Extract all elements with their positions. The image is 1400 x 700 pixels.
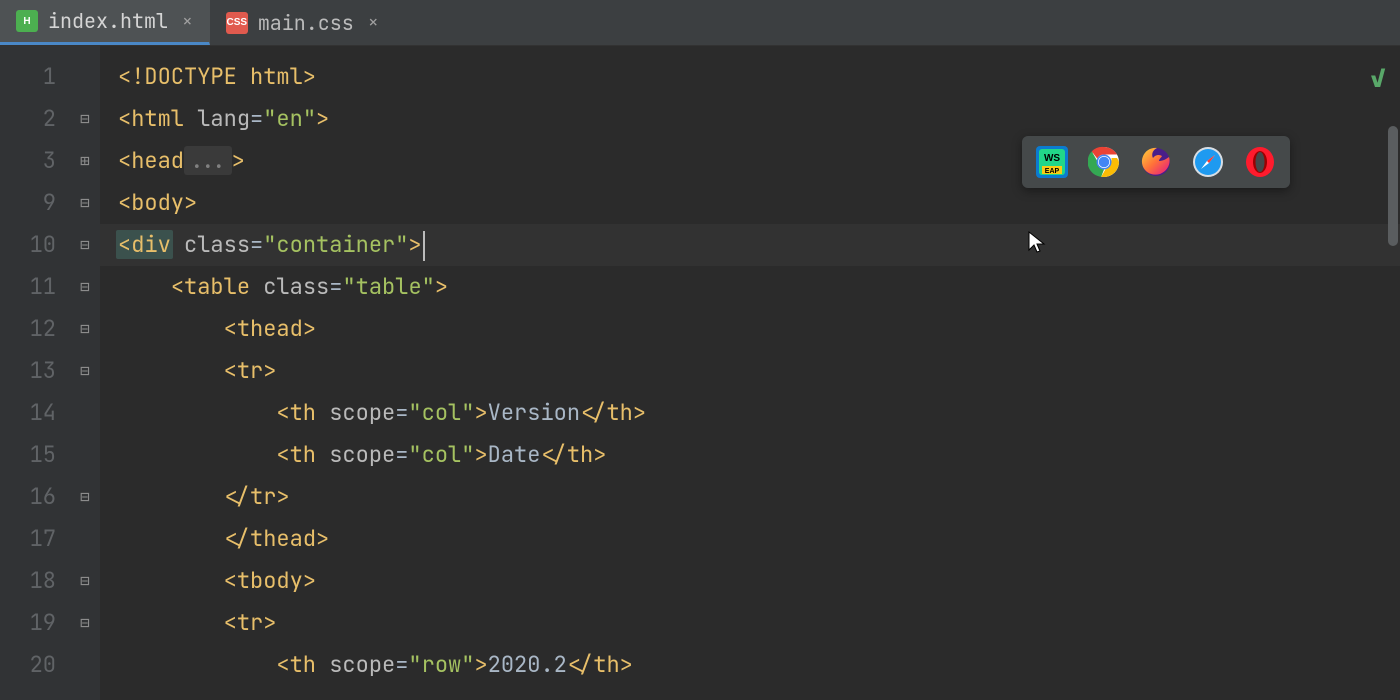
line-number[interactable]: 11 bbox=[0, 266, 70, 308]
code-line[interactable]: <th scope="col">Version</th> bbox=[100, 392, 1400, 434]
fold-marker bbox=[70, 392, 100, 434]
code-line[interactable]: <body> bbox=[100, 182, 1400, 224]
line-number[interactable]: 19 bbox=[0, 602, 70, 644]
file-type-icon: H bbox=[16, 10, 38, 32]
code-line[interactable]: <html lang="en"> bbox=[100, 98, 1400, 140]
code-line[interactable]: <th scope="col">Date</th> bbox=[100, 434, 1400, 476]
text-caret bbox=[423, 231, 425, 261]
line-number[interactable]: 17 bbox=[0, 518, 70, 560]
fold-marker[interactable] bbox=[70, 182, 100, 224]
fold-marker[interactable] bbox=[70, 308, 100, 350]
line-number[interactable]: 2 bbox=[0, 98, 70, 140]
line-number[interactable]: 1 bbox=[0, 56, 70, 98]
chrome-icon[interactable] bbox=[1088, 146, 1120, 178]
line-number[interactable]: 12 bbox=[0, 308, 70, 350]
fold-marker[interactable] bbox=[70, 224, 100, 266]
file-type-icon: CSS bbox=[226, 12, 248, 34]
editor-tab-bar: H index.html × CSS main.css × bbox=[0, 0, 1400, 46]
fold-marker[interactable] bbox=[70, 560, 100, 602]
line-number[interactable]: 18 bbox=[0, 560, 70, 602]
line-number[interactable]: 14 bbox=[0, 392, 70, 434]
fold-marker bbox=[70, 518, 100, 560]
fold-marker[interactable] bbox=[70, 602, 100, 644]
code-line[interactable]: <th scope="row">2020.2</th> bbox=[100, 644, 1400, 686]
fold-marker bbox=[70, 434, 100, 476]
code-line[interactable]: <tr> bbox=[100, 602, 1400, 644]
open-in-browser-toolbar: WS EAP bbox=[1022, 136, 1290, 188]
tab-index-html[interactable]: H index.html × bbox=[0, 0, 210, 45]
webstorm-icon[interactable]: WS EAP bbox=[1036, 146, 1068, 178]
line-number[interactable]: 16 bbox=[0, 476, 70, 518]
code-line[interactable]: <thead> bbox=[100, 308, 1400, 350]
line-number[interactable]: 15 bbox=[0, 434, 70, 476]
fold-marker[interactable] bbox=[70, 140, 100, 182]
opera-icon[interactable] bbox=[1244, 146, 1276, 178]
safari-icon[interactable] bbox=[1192, 146, 1224, 178]
fold-gutter[interactable] bbox=[70, 46, 100, 700]
vertical-scrollbar[interactable] bbox=[1386, 46, 1400, 700]
code-line[interactable]: <tr> bbox=[100, 350, 1400, 392]
code-line[interactable]: <tbody> bbox=[100, 560, 1400, 602]
firefox-icon[interactable] bbox=[1140, 146, 1172, 178]
line-number[interactable]: 9 bbox=[0, 182, 70, 224]
svg-text:EAP: EAP bbox=[1045, 168, 1060, 175]
tab-label: index.html bbox=[48, 8, 168, 34]
tab-label: main.css bbox=[258, 10, 354, 36]
code-line[interactable]: <div class="container"> bbox=[100, 224, 1400, 266]
line-number[interactable]: 20 bbox=[0, 644, 70, 686]
code-editor[interactable]: 12391011121314151617181920 <!DOCTYPE htm… bbox=[0, 46, 1400, 700]
fold-marker[interactable] bbox=[70, 476, 100, 518]
fold-marker bbox=[70, 644, 100, 686]
close-icon[interactable]: × bbox=[182, 10, 193, 33]
fold-marker[interactable] bbox=[70, 350, 100, 392]
fold-marker[interactable] bbox=[70, 98, 100, 140]
close-icon[interactable]: × bbox=[368, 11, 379, 34]
fold-marker bbox=[70, 56, 100, 98]
line-number[interactable]: 3 bbox=[0, 140, 70, 182]
svg-text:WS: WS bbox=[1044, 153, 1060, 164]
inspection-ok-icon[interactable]: ✓ bbox=[1370, 60, 1386, 95]
tab-main-css[interactable]: CSS main.css × bbox=[210, 0, 396, 45]
code-line[interactable]: <!DOCTYPE html> bbox=[100, 56, 1400, 98]
code-line[interactable]: </thead> bbox=[100, 518, 1400, 560]
line-number[interactable]: 13 bbox=[0, 350, 70, 392]
fold-marker[interactable] bbox=[70, 266, 100, 308]
scrollbar-thumb[interactable] bbox=[1388, 126, 1398, 246]
code-line[interactable]: </tr> bbox=[100, 476, 1400, 518]
line-number-gutter[interactable]: 12391011121314151617181920 bbox=[0, 46, 70, 700]
code-line[interactable]: <table class="table"> bbox=[100, 266, 1400, 308]
line-number[interactable]: 10 bbox=[0, 224, 70, 266]
